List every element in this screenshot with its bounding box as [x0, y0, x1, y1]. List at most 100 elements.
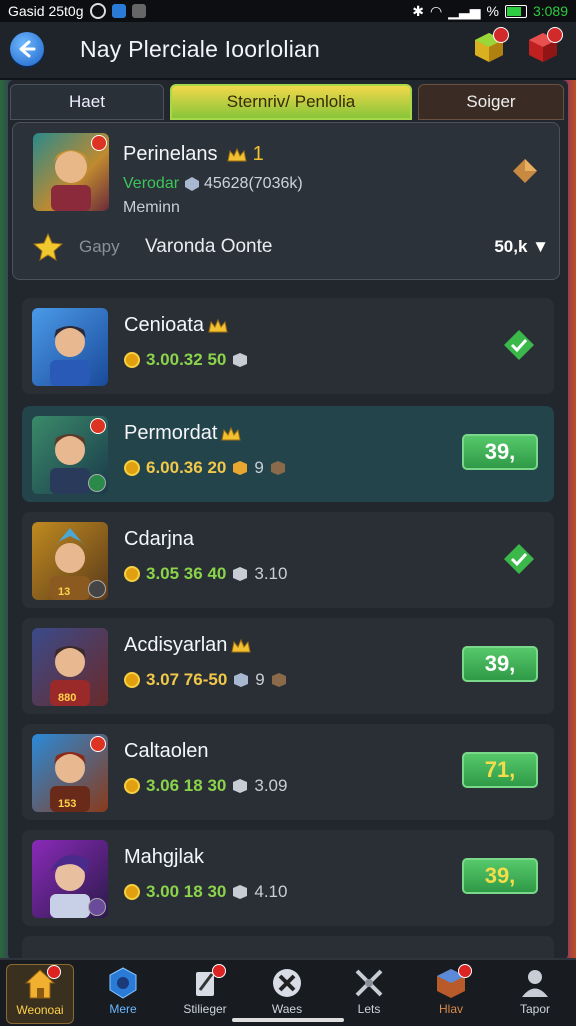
nav-mere[interactable]: Mere — [90, 964, 156, 1022]
featured-sub: Verodar 45628(7036k) — [123, 175, 303, 192]
shield-icon — [106, 966, 140, 1000]
cube-icon — [233, 353, 248, 367]
chest-icon[interactable] — [511, 157, 539, 185]
hero-portrait-icon — [50, 326, 90, 386]
hero-avatar: 153 — [32, 734, 108, 812]
signal-icon: ▁▃▅ — [448, 2, 481, 19]
star-icon — [33, 233, 63, 261]
list-item[interactable]: Cenioata 3.00.32 50 — [22, 298, 554, 394]
gold-cube-icon — [233, 461, 248, 475]
tab-bar: Haet Sternriv/ Penlolia Soiger — [10, 82, 566, 122]
nav-hlav[interactable]: Hlav — [418, 964, 484, 1022]
featured-rank: 1 — [252, 143, 264, 165]
back-button[interactable] — [10, 32, 44, 66]
quill-icon — [188, 964, 226, 1000]
profile-icon — [518, 966, 552, 1000]
page-title: Nay Plerciale Ioorlolian — [80, 36, 321, 62]
hero-avatar — [32, 308, 108, 386]
element-badge — [88, 898, 106, 916]
coin-icon — [124, 778, 140, 794]
coin-icon — [124, 352, 140, 368]
list-item[interactable]: 13 Cdarjna 3.05 36 40 3.10 — [22, 512, 554, 608]
home-icon — [23, 965, 61, 1001]
tab-sternriv-penlolia[interactable]: Sternriv/ Penlolia — [170, 84, 412, 120]
cube-icon — [234, 673, 249, 687]
bottom-nav: Weonoai Mere Stilieger Waes Lets Hlav Ta… — [0, 958, 576, 1026]
hero-avatar: 880 — [32, 628, 108, 706]
list-item[interactable]: Mahgjlak 3.00 18 30 4.10 39, — [22, 830, 554, 926]
check-icon[interactable] — [502, 328, 536, 362]
hero-stats: 3.06 18 30 3.09 — [124, 776, 287, 796]
list-item[interactable]: 880 Acdisyarlan 3.07 76-50 9 39, — [22, 618, 554, 714]
inventory-button[interactable] — [472, 27, 509, 64]
notification-badge — [47, 965, 61, 979]
notification-badge — [458, 964, 472, 978]
coin-icon — [124, 566, 140, 582]
top-header: Nay Plerciale Ioorlolian — [0, 22, 576, 80]
brown-cube-icon — [271, 673, 286, 687]
list-item[interactable]: 153 Caltaolen 3.06 18 30 3.09 71, — [22, 724, 554, 820]
vo-label: Varonda Oonte — [145, 236, 273, 257]
alert-badge — [90, 736, 106, 752]
hero-stats: 3.07 76-50 9 — [124, 670, 287, 690]
hero-name: Mahgjlak — [124, 846, 205, 868]
featured-name: Perinelans 1 — [123, 143, 264, 165]
hero-stats: 3.05 36 40 3.10 — [124, 564, 287, 584]
notification-icon — [89, 3, 106, 19]
nav-stilieger[interactable]: Stilieger — [172, 964, 238, 1022]
tab-haet[interactable]: Haet — [10, 84, 164, 120]
hero-name: Caltaolen — [124, 740, 209, 762]
list-item-partial — [22, 936, 554, 958]
wifi-icon: ◠ — [429, 2, 443, 19]
hero-stats: 6.00.36 20 9 — [124, 458, 286, 478]
hero-name: Acdisyarlan — [124, 634, 252, 657]
tools-icon — [270, 966, 304, 1000]
status-bar: Gasid 25t0g ✱ ◠ ▁▃▅ % 3:089 — [0, 0, 576, 22]
element-badge — [88, 474, 106, 492]
chest-icon — [434, 964, 472, 1000]
carrier-label: Gasid 25t0g — [8, 3, 84, 19]
hero-name: Cdarjna — [124, 528, 195, 550]
swords-icon — [352, 966, 386, 1000]
cube-icon — [233, 885, 248, 899]
featured-sub2: Meminn — [123, 199, 180, 216]
hero-stats: 3.00 18 30 4.10 — [124, 882, 287, 902]
hero-avatar — [32, 840, 108, 918]
crown-icon — [208, 318, 228, 333]
hero-stats: 3.00.32 50 — [124, 350, 248, 370]
alert-badge — [91, 135, 107, 151]
check-icon[interactable] — [502, 542, 536, 576]
gift-button[interactable] — [526, 27, 563, 64]
status-badge[interactable]: 71, — [462, 752, 538, 788]
chevron-down-icon: ▼ — [532, 237, 549, 256]
nav-tapor[interactable]: Tapor — [502, 964, 568, 1022]
list-item[interactable]: Permordat 6.00.36 20 9 39, — [22, 406, 554, 502]
tab-soiger[interactable]: Soiger — [418, 84, 564, 120]
hero-avatar — [32, 416, 108, 494]
home-indicator[interactable] — [232, 1018, 344, 1022]
featured-footer: Gapy Varonda Oonte 50,k ▼ — [33, 233, 553, 263]
crown-icon — [221, 426, 241, 441]
hero-avatar: 13 — [32, 522, 108, 600]
notification-badge — [547, 27, 563, 43]
battery-percent: % — [486, 3, 499, 19]
gem-icon — [184, 176, 199, 191]
featured-value-dropdown[interactable]: 50,k ▼ — [494, 237, 549, 257]
notification-badge — [212, 964, 226, 978]
app-icon — [111, 4, 126, 18]
nav-lets[interactable]: Lets — [336, 964, 402, 1022]
status-badge[interactable]: 39, — [462, 858, 538, 894]
crown-icon — [231, 638, 252, 653]
nav-home[interactable]: Weonoai — [6, 964, 74, 1024]
featured-card[interactable]: Perinelans 1 Verodar 45628(7036k) Meminn… — [12, 122, 560, 280]
coin-icon — [124, 460, 140, 476]
crown-icon — [227, 147, 247, 162]
cube-icon — [233, 779, 248, 793]
battery-icon — [504, 4, 527, 18]
status-badge[interactable]: 39, — [462, 646, 538, 682]
status-badge[interactable]: 39, — [462, 434, 538, 470]
coin-icon — [124, 884, 140, 900]
coin-icon — [124, 672, 140, 688]
gapy-label: Gapy — [79, 237, 120, 256]
nav-waes[interactable]: Waes — [254, 964, 320, 1022]
